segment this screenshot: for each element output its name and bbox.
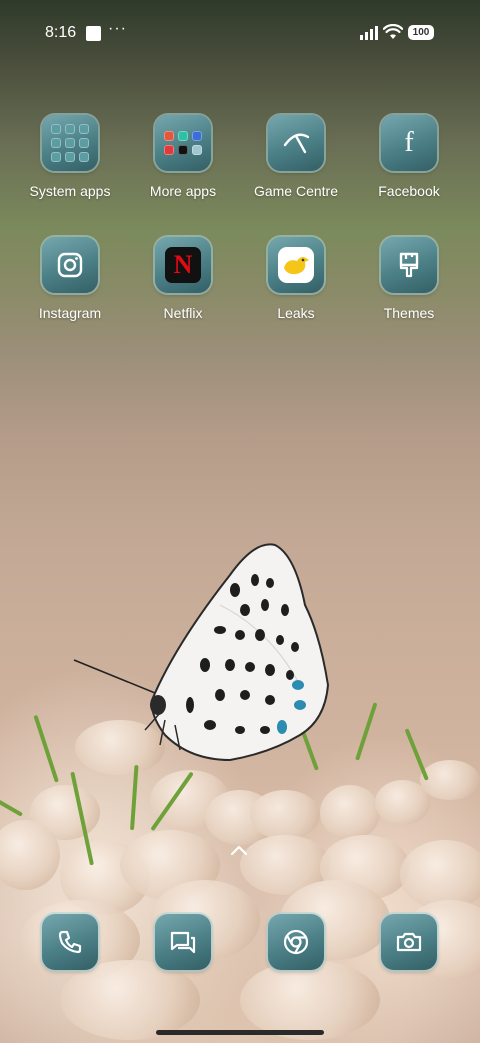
dock-phone-button[interactable] <box>42 914 98 970</box>
dock-chrome-button[interactable] <box>268 914 324 970</box>
status-bar: 8:16 ··· 100 <box>0 20 480 46</box>
netflix-icon: N <box>155 237 211 293</box>
themes-brush-icon <box>381 237 437 293</box>
app-drawer-chevron-up-icon[interactable] <box>229 843 249 857</box>
instagram-icon <box>42 237 98 293</box>
camera-icon <box>381 914 437 970</box>
app-netflix[interactable]: N Netflix <box>128 237 238 321</box>
app-instagram[interactable]: Instagram <box>15 237 125 321</box>
butterfly-wallpaper-image <box>73 543 330 762</box>
folder-icon <box>42 115 98 171</box>
folder-icon <box>155 115 211 171</box>
game-centre-icon <box>268 115 324 171</box>
wifi-icon <box>383 24 403 39</box>
notification-square-icon <box>86 26 101 41</box>
battery-icon: 100 <box>408 25 434 40</box>
leaks-icon <box>268 237 324 293</box>
facebook-letter: f <box>404 127 414 158</box>
facebook-icon: f <box>381 115 437 171</box>
messages-icon <box>155 914 211 970</box>
app-label: More apps <box>149 183 217 199</box>
app-themes[interactable]: Themes <box>354 237 464 321</box>
signal-icon <box>360 26 378 40</box>
app-label: Game Centre <box>253 183 339 199</box>
chrome-icon <box>268 914 324 970</box>
overflow-notifications: ··· <box>108 20 127 37</box>
gesture-home-bar[interactable] <box>156 1030 324 1035</box>
app-leaks[interactable]: Leaks <box>241 237 351 321</box>
app-label: System apps <box>29 183 111 199</box>
app-system-apps[interactable]: System apps <box>15 115 125 199</box>
app-label: Leaks <box>277 305 315 321</box>
app-game-centre[interactable]: Game Centre <box>241 115 351 199</box>
app-label: Themes <box>383 305 435 321</box>
dock-camera-button[interactable] <box>381 914 437 970</box>
phone-icon <box>42 914 98 970</box>
status-time: 8:16 <box>45 24 77 41</box>
app-facebook[interactable]: f Facebook <box>354 115 464 199</box>
app-label: Netflix <box>163 305 203 321</box>
dock-messages-button[interactable] <box>155 914 211 970</box>
netflix-letter: N <box>173 250 193 279</box>
app-more-apps[interactable]: More apps <box>128 115 238 199</box>
app-label: Instagram <box>38 305 102 321</box>
app-label: Facebook <box>378 183 440 199</box>
